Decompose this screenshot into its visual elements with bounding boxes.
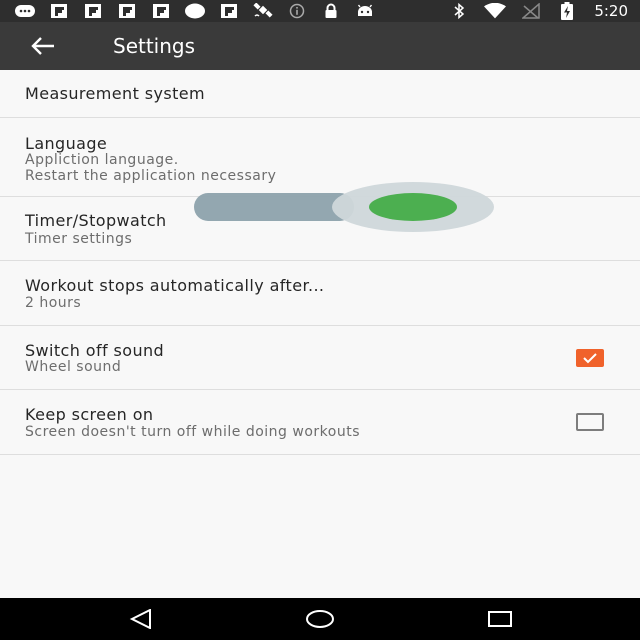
setting-subtitle: Screen doesn't turn off while doing work… (25, 424, 360, 440)
flipboard-icon (116, 3, 138, 19)
setting-subtitle: Appliction language. (25, 152, 179, 168)
setting-subtitle: Timer settings (25, 231, 133, 247)
bluetooth-icon (448, 3, 470, 19)
switch-off-sound-checkbox[interactable] (576, 349, 604, 367)
setting-switch-off-sound[interactable]: Switch off sound Wheel sound (0, 326, 640, 390)
setting-title: Timer/Stopwatch (25, 211, 167, 230)
setting-keep-screen-on[interactable]: Keep screen on Screen doesn't turn off w… (0, 390, 640, 455)
setting-title: Measurement system (25, 84, 205, 103)
navigation-bar (0, 598, 640, 640)
nav-back-button[interactable] (121, 604, 161, 634)
settings-list: Measurement system Language Appliction l… (0, 70, 640, 455)
setting-measurement-system[interactable]: Measurement system (0, 70, 640, 118)
flipboard-icon (82, 3, 104, 19)
battery-charging-icon (556, 2, 578, 20)
back-button[interactable] (26, 30, 60, 62)
chat-bubble-icon (14, 3, 36, 19)
slider-thumb[interactable] (369, 193, 457, 221)
notification-icons (14, 0, 376, 22)
setting-subtitle: Wheel sound (25, 359, 122, 375)
setting-title: Switch off sound (25, 341, 165, 360)
setting-subtitle: Restart the application necessary (25, 168, 277, 184)
app-toolbar: Settings (0, 22, 640, 70)
square-recents-icon (488, 611, 512, 627)
triangle-back-icon (129, 609, 151, 629)
lock-icon (320, 3, 342, 19)
satellite-icon (252, 3, 274, 19)
slider-track[interactable] (194, 193, 354, 221)
android-icon (354, 3, 376, 19)
keep-screen-on-checkbox[interactable] (576, 413, 604, 431)
flipboard-icon (150, 3, 172, 19)
circle-icon (184, 3, 206, 19)
setting-workout-auto-stop[interactable]: Workout stops automatically after... 2 h… (0, 261, 640, 326)
flipboard-icon (48, 3, 70, 19)
circle-home-icon (306, 610, 334, 628)
checkmark-icon (583, 353, 597, 364)
setting-title: Workout stops automatically after... (25, 276, 325, 295)
setting-language[interactable]: Language Appliction language. Restart th… (0, 118, 640, 197)
wifi-icon (484, 3, 507, 19)
info-icon (286, 3, 308, 19)
flipboard-icon (218, 3, 240, 19)
setting-title: Language (25, 134, 108, 153)
arrow-left-icon (31, 37, 54, 55)
setting-title: Keep screen on (25, 405, 154, 424)
nav-home-button[interactable] (300, 604, 340, 634)
page-title: Settings (113, 34, 196, 58)
nav-recents-button[interactable] (480, 604, 520, 634)
clock: 5:20 (594, 2, 628, 20)
no-signal-icon (520, 3, 542, 19)
setting-subtitle: 2 hours (25, 295, 82, 311)
status-bar: 5:20 (0, 0, 640, 22)
system-icons: 5:20 (448, 0, 628, 22)
